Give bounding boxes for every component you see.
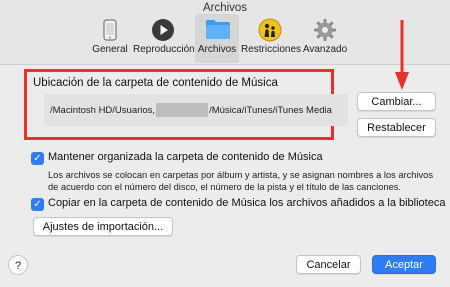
tab-restricciones[interactable]: Restricciones bbox=[241, 14, 302, 63]
help-button[interactable]: ? bbox=[8, 255, 28, 275]
phone-icon bbox=[98, 18, 122, 42]
window-title: Archivos bbox=[202, 2, 248, 14]
arrow-down-icon bbox=[395, 20, 409, 90]
path-prefix: /Macintosh HD/Usuarios, bbox=[50, 104, 156, 116]
cancel-button[interactable]: Cancelar bbox=[296, 255, 361, 274]
tab-reproduccion-label: Reproducción bbox=[133, 44, 195, 55]
tab-reproduccion[interactable]: Reproducción bbox=[133, 14, 195, 63]
path-field: /Macintosh HD/Usuarios, /Música/iTunes/i… bbox=[44, 94, 348, 126]
tab-restricciones-label: Restricciones bbox=[241, 44, 302, 55]
import-settings-button[interactable]: Ajustes de importación... bbox=[33, 217, 173, 236]
copy-files-checkbox[interactable]: ✓ bbox=[31, 198, 44, 211]
keep-organized-desc-2: de acuerdo con el número del disco, el n… bbox=[48, 182, 401, 192]
archivos-pane: Ubicación de la carpeta de contenido de … bbox=[0, 20, 450, 287]
play-icon bbox=[151, 18, 175, 42]
path-suffix: /Música/iTunes/iTunes Media bbox=[209, 104, 332, 116]
tab-archivos[interactable]: Archivos bbox=[195, 14, 239, 63]
copy-files-label: Copiar en la carpeta de contenido de Mús… bbox=[48, 197, 446, 209]
reset-button[interactable]: Restablecer bbox=[357, 118, 436, 137]
parental-icon bbox=[258, 18, 282, 42]
tab-general-label: General bbox=[92, 44, 128, 55]
folder-icon bbox=[205, 18, 230, 42]
location-title: Ubicación de la carpeta de contenido de … bbox=[33, 77, 278, 89]
gear-icon bbox=[313, 18, 337, 42]
keep-organized-desc-1: Los archivos se colocan en carpetas por … bbox=[48, 170, 433, 180]
change-button[interactable]: Cambiar... bbox=[357, 92, 436, 111]
toolbar: Archivos General Reproducción Archivos R… bbox=[0, 0, 450, 65]
tab-avanzado[interactable]: Avanzado bbox=[301, 14, 349, 63]
tab-general[interactable]: General bbox=[89, 14, 131, 63]
keep-organized-label: Mantener organizada la carpeta de conten… bbox=[48, 151, 323, 163]
accept-button[interactable]: Aceptar bbox=[372, 255, 436, 274]
keep-organized-checkbox[interactable]: ✓ bbox=[31, 152, 44, 165]
redacted-username bbox=[156, 103, 209, 117]
tab-archivos-label: Archivos bbox=[197, 44, 237, 55]
tab-avanzado-label: Avanzado bbox=[302, 44, 348, 55]
